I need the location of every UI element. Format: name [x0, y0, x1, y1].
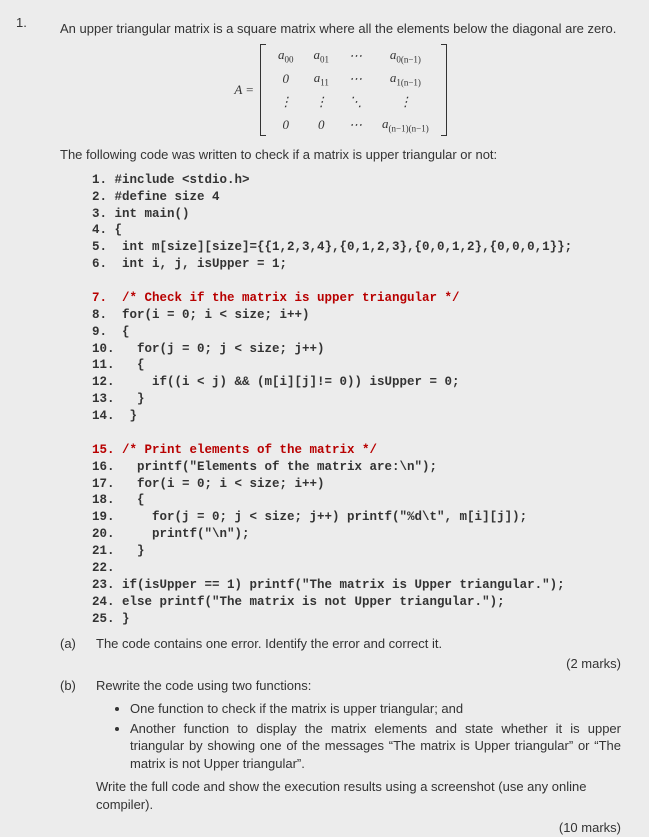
part-a-text: The code contains one error. Identify th…	[96, 635, 621, 653]
part-b: (b) Rewrite the code using two functions…	[60, 677, 621, 837]
lead-text: The following code was written to check …	[60, 146, 621, 164]
part-a-label: (a)	[60, 635, 96, 672]
code-block: 1. #include <stdio.h> 2. #define size 4 …	[92, 172, 621, 628]
part-b-bullets: One function to check if the matrix is u…	[130, 700, 621, 772]
part-b-bullet-2: Another function to display the matrix e…	[130, 720, 621, 773]
matrix-display: A = a00 a01 ⋯ a0(n−1) 0 a11 ⋯ a1(n−1)	[60, 44, 621, 137]
bracket-right	[441, 44, 447, 137]
part-a-marks: (2 marks)	[96, 655, 621, 673]
part-b-text: Rewrite the code using two functions:	[96, 677, 621, 695]
part-b-label: (b)	[60, 677, 96, 837]
part-a: (a) The code contains one error. Identif…	[60, 635, 621, 672]
bracket-left	[260, 44, 266, 137]
part-b-marks: (10 marks)	[96, 819, 621, 837]
question-content: An upper triangular matrix is a square m…	[60, 14, 621, 837]
intro-text: An upper triangular matrix is a square m…	[60, 20, 621, 38]
matrix-lhs: A =	[234, 81, 254, 99]
question-number: 1.	[16, 14, 60, 837]
question-block: 1. An upper triangular matrix is a squar…	[16, 14, 621, 837]
matrix-body: a00 a01 ⋯ a0(n−1) 0 a11 ⋯ a1(n−1) ⋮ ⋮	[268, 44, 439, 137]
part-b-bullet-1: One function to check if the matrix is u…	[130, 700, 621, 718]
part-b-tail: Write the full code and show the executi…	[96, 778, 621, 813]
